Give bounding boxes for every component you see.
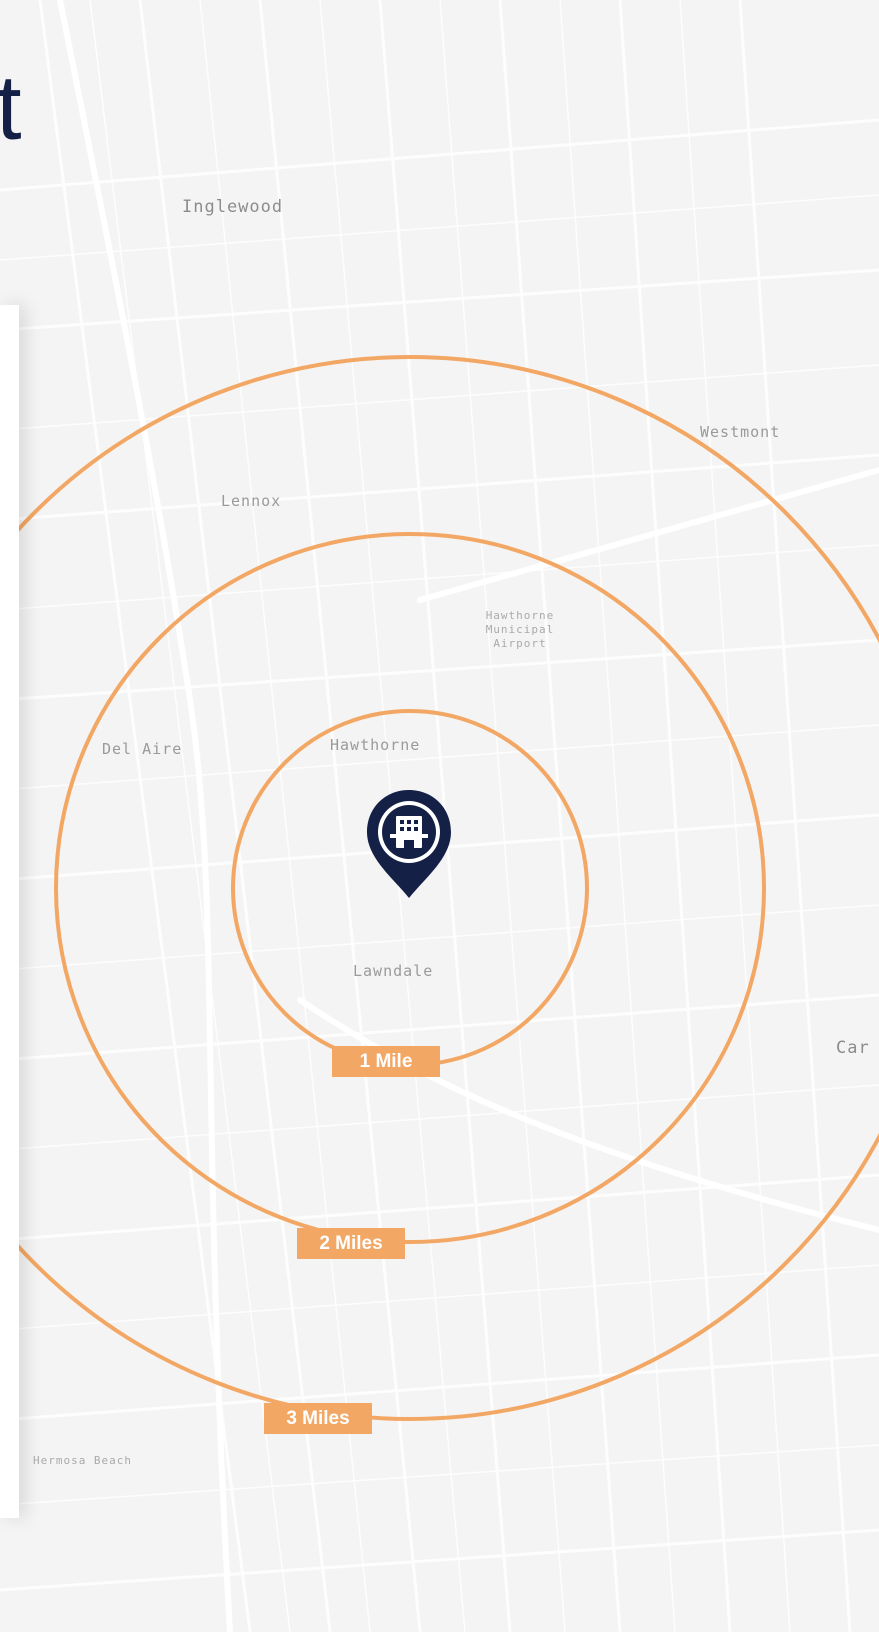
building-pin-icon[interactable]: [363, 786, 455, 901]
place-label-lawndale: Lawndale: [353, 962, 434, 980]
radius-label-1-mile: 1 Mile: [332, 1046, 440, 1077]
radius-label-2-miles: 2 Miles: [297, 1228, 405, 1259]
place-label-del-aire: Del Aire: [102, 740, 183, 758]
place-label-westmont: Westmont: [700, 423, 781, 441]
radius-label-3-miles: 3 Miles: [264, 1403, 372, 1434]
place-label-inglewood: Inglewood: [182, 197, 284, 217]
place-label-carson: Car: [836, 1038, 870, 1058]
page-title-fragment: t: [0, 57, 22, 159]
place-label-hermosa-beach: Hermosa Beach: [32, 1454, 133, 1467]
place-label-hawthorne-airport: Hawthorne Municipal Airport: [485, 609, 555, 650]
place-label-lennox: Lennox: [221, 492, 282, 510]
content-panel-edge: [0, 305, 19, 1518]
place-label-hawthorne: Hawthorne: [330, 736, 421, 754]
